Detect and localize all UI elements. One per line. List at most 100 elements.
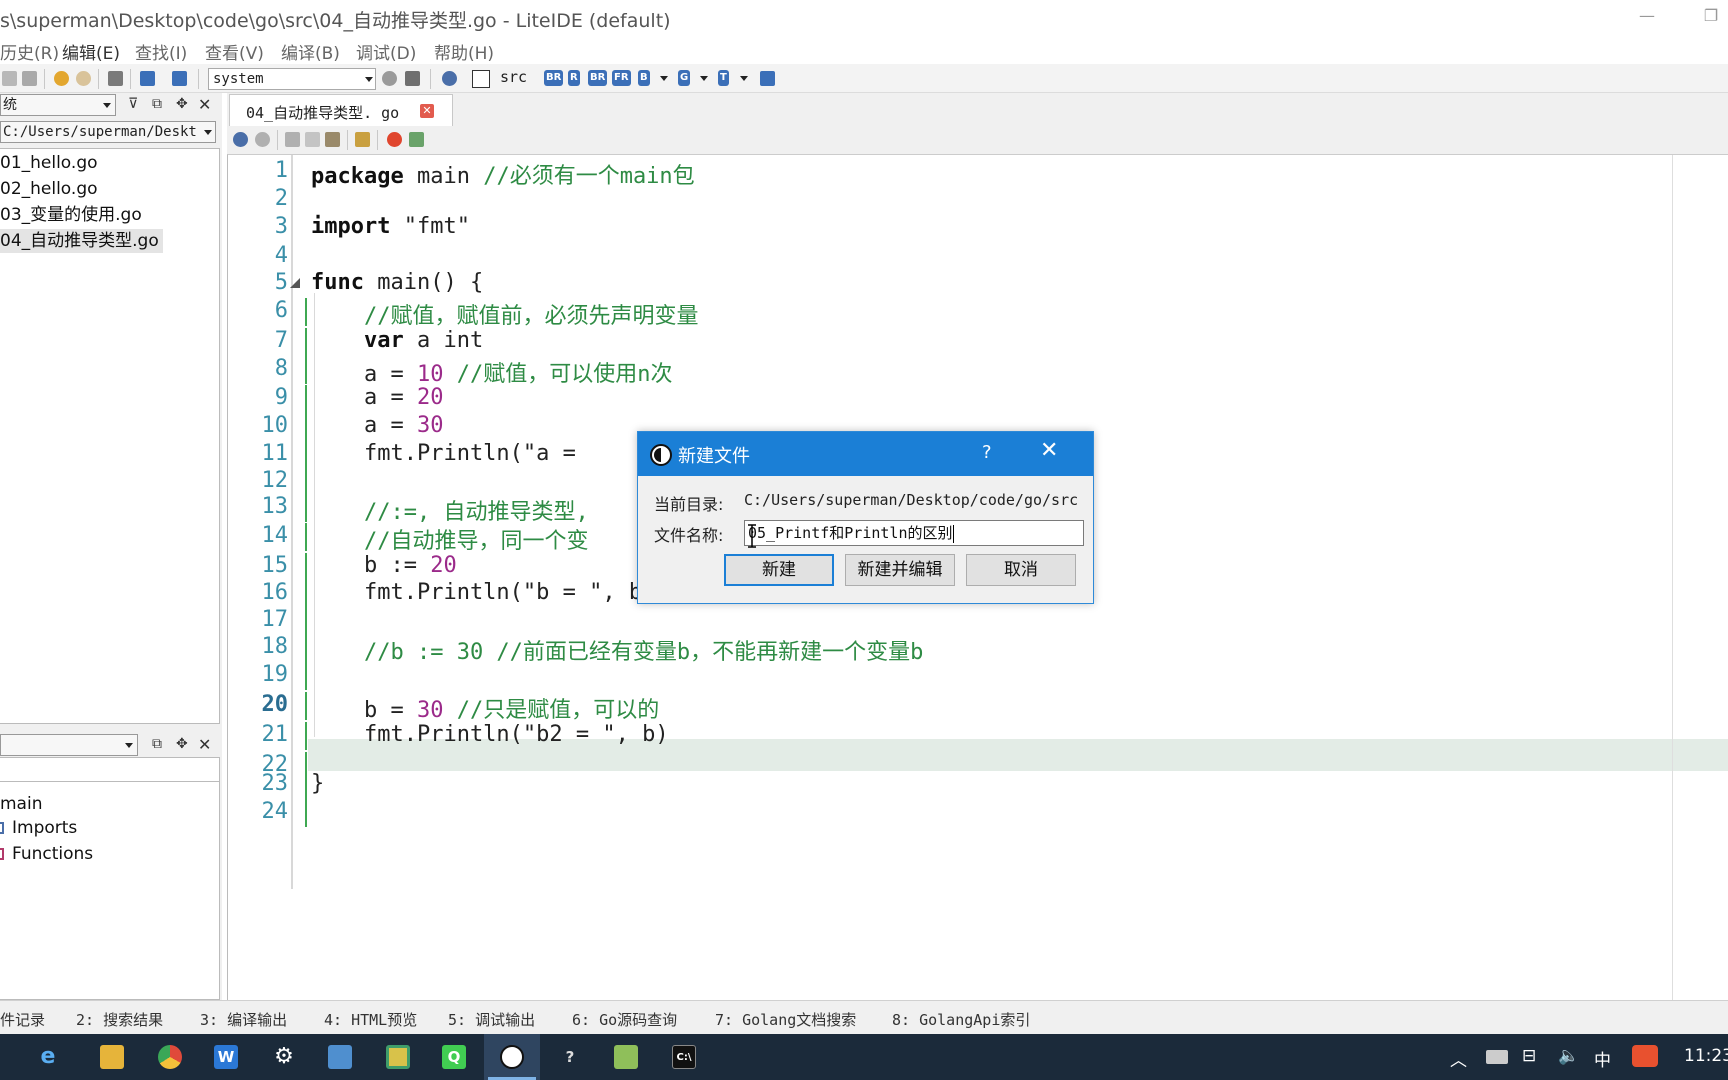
code-line[interactable]: //赋值，赋值前，必须先声明变量 (311, 298, 699, 330)
create-and-edit-button[interactable]: 新建并编辑 (845, 554, 955, 586)
tab-close-icon[interactable]: ✕ (420, 104, 434, 118)
outline-selector[interactable] (0, 734, 138, 756)
filter-icon[interactable]: ⊽ (128, 96, 138, 112)
code-line[interactable]: //:=, 自动推导类型, (311, 494, 589, 526)
network-icon[interactable]: ⊟ (1522, 1046, 1536, 1066)
file-item-selected[interactable]: 04_自动推导类型.go (0, 229, 163, 253)
code-line[interactable]: a = 20 (311, 385, 444, 410)
tab-search-results[interactable]: 2: 搜索结果 (76, 1009, 163, 1030)
code-line[interactable]: package main //必须有一个main包 (311, 158, 695, 190)
tab-html-preview[interactable]: 4: HTML预览 (324, 1009, 417, 1030)
tab-go-source[interactable]: 6: Go源码查询 (572, 1009, 677, 1030)
file-item[interactable]: 02_hello.go (0, 177, 102, 201)
line-number[interactable]: 3 (228, 214, 288, 239)
line-number[interactable]: 7 (228, 328, 288, 353)
code-line[interactable]: //自动推导，同一个变 (311, 523, 589, 555)
line-number[interactable]: 23 (228, 771, 289, 796)
file-item[interactable]: 01_hello.go (0, 151, 102, 175)
line-number[interactable]: 12 (228, 468, 289, 493)
cancel-button[interactable]: 取消 (966, 554, 1076, 586)
code-line[interactable]: //b := 30 //前面已经有变量b，不能再新建一个变量b (311, 634, 923, 666)
tools-icon[interactable] (108, 71, 123, 86)
tab-golang-docs[interactable]: 7: Golang文档搜索 (715, 1009, 856, 1030)
sogou-ime-icon[interactable] (1632, 1045, 1658, 1067)
tab-event-log[interactable]: 件记录 (0, 1009, 45, 1030)
code-line[interactable]: a = 10 //赋值，可以使用n次 (311, 356, 673, 388)
line-number[interactable]: 5 (228, 270, 288, 295)
build-run-term-icon[interactable]: BR (588, 70, 608, 86)
create-button[interactable]: 新建 (724, 554, 834, 586)
minimize-button[interactable]: — (1632, 4, 1662, 28)
chevron-up-icon[interactable]: ︿ (1450, 1046, 1467, 1071)
taskbar-tool[interactable]: ? (542, 1034, 598, 1080)
taskbar-app[interactable] (312, 1034, 368, 1080)
line-number[interactable]: 24 (228, 799, 289, 824)
breakpoint-icon[interactable] (387, 132, 402, 147)
help-button[interactable]: ? (982, 442, 992, 463)
code-line[interactable]: b := 20 (311, 553, 457, 578)
taskbar-app2[interactable] (370, 1034, 426, 1080)
code-line[interactable]: } (311, 771, 324, 796)
path-selector[interactable]: C:/Users/superman/Deskt (0, 121, 216, 143)
build-target-checkbox[interactable] (472, 70, 490, 88)
line-number[interactable]: 17 (228, 607, 289, 632)
code-line[interactable]: import "fmt" (311, 214, 470, 239)
taskbar-chrome[interactable] (142, 1034, 198, 1080)
build-run-icon[interactable]: BR (544, 70, 564, 86)
file-name-input[interactable]: 05_Printf和Println的区别 (744, 520, 1084, 546)
paste-icon[interactable] (325, 132, 340, 147)
edit-env-icon[interactable] (405, 71, 420, 86)
file-run-icon[interactable]: FR (612, 70, 631, 86)
taskbar-notepad[interactable] (598, 1034, 654, 1080)
chevron-down-icon[interactable] (740, 76, 748, 81)
restore-button[interactable]: ❐ (1696, 4, 1726, 28)
build-icon[interactable]: B (638, 70, 650, 86)
line-number[interactable]: 2 (228, 186, 288, 211)
fold-toggle-icon[interactable] (290, 278, 300, 288)
view-selector[interactable]: 统 (0, 94, 116, 116)
taskbar-settings[interactable]: ⚙ (256, 1034, 312, 1080)
goto-icon[interactable] (409, 132, 424, 147)
debug-icon[interactable] (760, 71, 775, 86)
line-number[interactable]: 14 (228, 523, 289, 548)
sync-editor-icon[interactable]: ⧉ (152, 96, 162, 112)
line-number[interactable]: 4 (228, 243, 288, 268)
dock-icon[interactable]: ✥ (176, 96, 188, 112)
code-line[interactable]: var a int (311, 328, 483, 353)
save-all-icon[interactable] (22, 71, 37, 86)
code-line[interactable]: fmt.Println("a = (311, 441, 589, 466)
gear-icon[interactable] (442, 71, 457, 86)
tab-04-go[interactable]: 04_自动推导类型. go ✕ (229, 94, 453, 126)
sync-editor-icon[interactable]: ⧉ (152, 736, 162, 752)
menu-history[interactable]: 历史(R) (0, 39, 59, 64)
home-icon[interactable] (140, 71, 155, 86)
redo-icon[interactable] (255, 132, 270, 147)
menu-edit[interactable]: 编辑(E) (62, 39, 120, 64)
outline-filter-input[interactable] (0, 758, 219, 782)
outline-functions[interactable]: Functions (12, 842, 93, 866)
taskbar-cmd[interactable]: C:\ (656, 1034, 712, 1080)
back-icon[interactable] (54, 71, 69, 86)
refresh-icon[interactable] (382, 71, 397, 86)
menu-find[interactable]: 查找(I) (135, 39, 187, 64)
copy-icon[interactable] (305, 132, 320, 147)
outline-imports[interactable]: Imports (12, 816, 77, 840)
forward-icon[interactable] (76, 71, 91, 86)
undo-icon[interactable] (233, 132, 248, 147)
line-number[interactable]: 1 (228, 158, 288, 183)
close-icon[interactable]: ✕ (198, 735, 211, 754)
ime-indicator[interactable]: 中 (1594, 1046, 1611, 1071)
go-tools-icon[interactable]: G (678, 70, 691, 86)
run-icon[interactable]: R (568, 70, 580, 86)
line-number[interactable]: 9 (228, 385, 288, 410)
tab-build-output[interactable]: 3: 编译输出 (200, 1009, 287, 1030)
tab-golang-api[interactable]: 8: GolangApi索引 (892, 1009, 1030, 1030)
code-line[interactable]: func main() { (311, 270, 483, 295)
close-icon[interactable]: ✕ (198, 95, 211, 114)
menu-help[interactable]: 帮助(H) (434, 39, 494, 64)
cut-icon[interactable] (285, 132, 300, 147)
file-item[interactable]: 03_变量的使用.go (0, 203, 146, 227)
taskbar-explorer[interactable] (84, 1034, 140, 1080)
code-line[interactable]: b = 30 //只是赋值，可以的 (311, 692, 659, 724)
code-line[interactable]: fmt.Println("b = ", b) (311, 580, 655, 605)
